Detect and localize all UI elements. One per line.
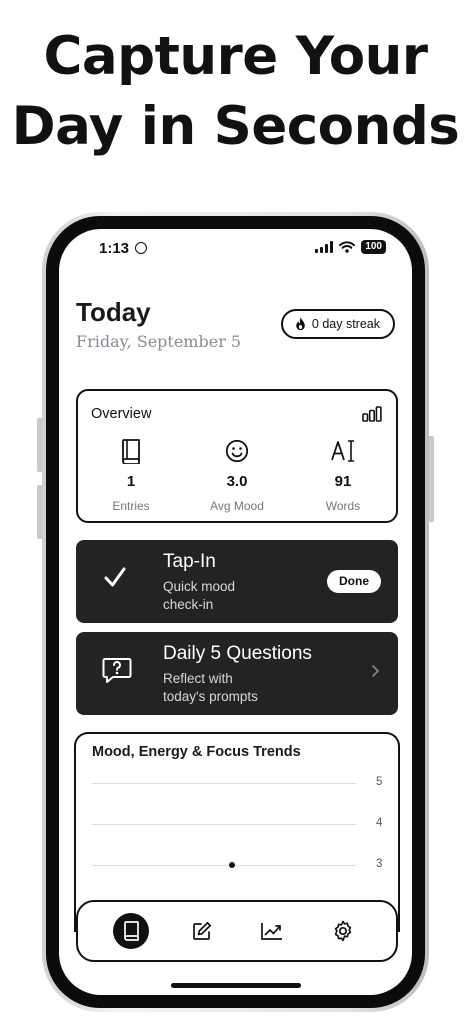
streak-badge[interactable]: 0 day streak	[280, 309, 395, 339]
overview-title: Overview	[91, 406, 152, 422]
daily-questions-title: Daily 5 Questions	[163, 643, 312, 664]
bar-chart-icon[interactable]	[362, 406, 382, 422]
checkmark-icon	[104, 567, 126, 587]
streak-label: 0 day streak	[311, 317, 380, 331]
entries-value: 1	[126, 473, 136, 490]
stat-words: 91 Words	[290, 437, 396, 513]
flame-icon	[296, 317, 305, 331]
stat-entries: 1 Entries	[78, 437, 184, 513]
signal-icon	[315, 241, 334, 253]
current-date: Friday, September 5	[76, 332, 242, 351]
status-time: 1:13	[99, 240, 148, 257]
status-smiley-icon	[135, 242, 148, 254]
book-icon	[120, 437, 142, 465]
phone-bezel: 1:13 100 Today Friday, September 5 0 day…	[46, 216, 425, 1008]
question-bubble-icon	[102, 658, 132, 683]
y-tick-3: 3	[376, 858, 383, 870]
journal-icon	[124, 921, 140, 941]
app-screen: 1:13 100 Today Friday, September 5 0 day…	[59, 229, 412, 995]
avg-mood-label: Avg Mood	[210, 499, 264, 513]
gridline-4	[92, 824, 356, 825]
status-indicators: 100	[315, 240, 386, 254]
tap-in-subtitle: Quick mood check-in	[163, 579, 236, 612]
daily-questions-subtitle: Reflect with today's prompts	[163, 671, 258, 704]
gridline-5	[92, 783, 356, 784]
smiley-icon	[225, 437, 249, 465]
wifi-icon	[339, 241, 356, 253]
gear-icon	[334, 920, 351, 942]
phone-frame: 1:13 100 Today Friday, September 5 0 day…	[42, 212, 429, 1012]
words-value: 91	[334, 473, 352, 490]
trend-chart-icon	[261, 923, 283, 940]
avg-mood-value: 3.0	[226, 473, 248, 490]
nav-settings[interactable]	[325, 913, 361, 949]
status-bar: 1:13 100	[59, 237, 412, 259]
marketing-headline: Capture Your Day in Seconds	[0, 22, 471, 162]
overview-stats: 1 Entries 3.0 Avg Mood 91 Words	[78, 437, 396, 513]
home-indicator	[170, 983, 301, 988]
nav-compose[interactable]	[184, 913, 220, 949]
chevron-right-icon	[372, 665, 379, 677]
text-cursor-icon	[330, 437, 356, 465]
stat-avg-mood: 3.0 Avg Mood	[184, 437, 290, 513]
gridline-3	[92, 865, 356, 866]
battery-icon: 100	[361, 240, 386, 254]
y-tick-4: 4	[376, 817, 383, 829]
y-tick-5: 5	[376, 776, 383, 788]
entries-label: Entries	[112, 499, 150, 513]
trend-point	[229, 862, 235, 868]
nav-journal[interactable]	[113, 913, 150, 949]
trends-title: Mood, Energy & Focus Trends	[92, 744, 301, 760]
time-text: 1:13	[99, 240, 130, 257]
overview-card: Overview 1 Entries 3.0 Avg Mood 91 Words	[76, 389, 398, 523]
done-button[interactable]: Done	[327, 570, 381, 593]
tap-in-card[interactable]: Tap-In Quick mood check-in Done	[76, 540, 398, 623]
headline-line-2: Day in Seconds	[11, 96, 460, 157]
bottom-navigation	[76, 900, 398, 962]
compose-icon	[192, 921, 211, 940]
words-label: Words	[325, 499, 361, 513]
headline-line-1: Capture Your	[43, 26, 429, 87]
tap-in-title: Tap-In	[163, 551, 216, 572]
page-title: Today	[76, 297, 151, 327]
daily-questions-card[interactable]: Daily 5 Questions Reflect with today's p…	[76, 632, 398, 715]
nav-insights[interactable]	[254, 913, 290, 949]
